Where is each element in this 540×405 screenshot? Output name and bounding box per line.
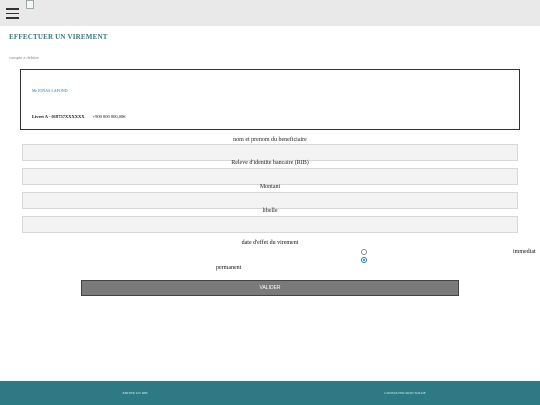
option-immediat-label: immediat xyxy=(513,249,536,255)
date-label: date d'effet du virement xyxy=(241,240,299,246)
beneficiary-input[interactable] xyxy=(22,144,518,161)
option-permanent-label: permanent xyxy=(216,265,242,271)
rib-label: Releve d'identite bancaire (RIB) xyxy=(231,160,309,166)
page-title: EFFECTUER UN VIREMENT xyxy=(9,33,108,41)
radio-immediat[interactable] xyxy=(361,249,367,255)
rib-input[interactable] xyxy=(22,168,518,185)
account-card[interactable]: Mr JONAS LAFOND Livret A - 018757XXXXXX +… xyxy=(20,69,520,130)
broken-image-icon xyxy=(26,0,34,9)
account-label: compte a debiter xyxy=(9,55,39,60)
account-line: Livret A - 018757XXXXXX +900 000 000,00€ xyxy=(32,114,125,119)
radio-permanent[interactable] xyxy=(361,257,367,263)
bottom-nav: EDITER UN RIB CONSULTER MON SOLDE xyxy=(0,381,540,405)
amount-label: Montant xyxy=(259,184,281,190)
beneficiary-label: nom et prenom du beneficiaire xyxy=(233,137,307,143)
account-holder: Mr JONAS LAFOND xyxy=(32,88,68,93)
account-name: Livret A - 018757XXXXXX xyxy=(32,114,85,119)
validate-button[interactable]: VALIDER xyxy=(81,280,459,296)
top-bar xyxy=(0,0,540,26)
amount-input[interactable] xyxy=(22,192,518,209)
nav-edit-rib[interactable]: EDITER UN RIB xyxy=(105,391,165,395)
nav-check-balance[interactable]: CONSULTER MON SOLDE xyxy=(375,391,435,395)
libelle-label: libelle xyxy=(262,208,278,214)
hamburger-icon[interactable] xyxy=(6,8,19,19)
account-balance: +900 000 000,00€ xyxy=(92,114,126,119)
libelle-input[interactable] xyxy=(22,216,518,233)
